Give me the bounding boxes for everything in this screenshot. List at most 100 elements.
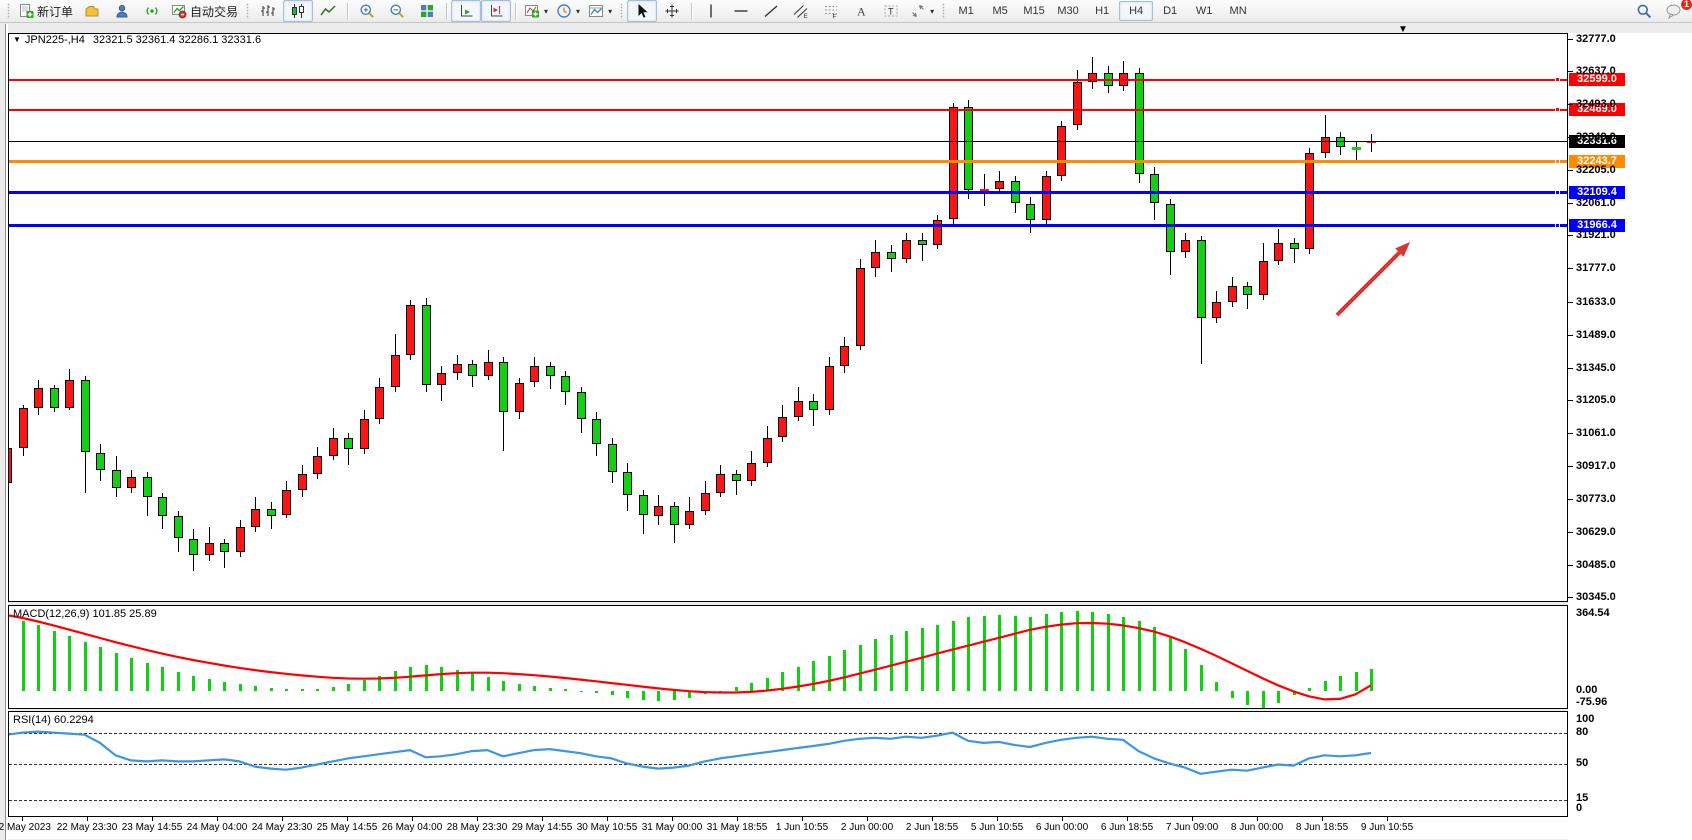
- signal-icon: [144, 3, 160, 19]
- notification-badge: 1: [1681, 0, 1692, 10]
- rsi-area[interactable]: [9, 712, 1567, 815]
- crosshair-button[interactable]: [657, 0, 687, 22]
- cursor-button[interactable]: [627, 0, 657, 22]
- notifications-button[interactable]: 1: [1659, 0, 1689, 22]
- svg-text:A: A: [857, 5, 866, 19]
- dropdown-caret-icon: ▾: [608, 7, 612, 16]
- signals-button[interactable]: [137, 0, 167, 22]
- toolbar-grip: [942, 3, 945, 19]
- profiles-icon: [84, 3, 100, 19]
- price-axis-label: 31777.0: [1576, 262, 1616, 274]
- toolbar-grip: [246, 3, 249, 19]
- obj-label-icon: T: [883, 3, 899, 19]
- timeframe-mn-button[interactable]: MN: [1221, 1, 1255, 21]
- autotrading-button[interactable]: 自动交易: [167, 0, 242, 22]
- auto-scroll-button[interactable]: [451, 0, 481, 22]
- macd-zero-label: 0.00: [1576, 684, 1597, 696]
- time-axis-tick: [282, 817, 283, 821]
- collapse-triangle-icon[interactable]: ▼: [13, 35, 21, 44]
- chart-window: 32599.032469.032331.632243.732109.431966…: [8, 24, 1692, 840]
- time-axis-tick: [1257, 817, 1258, 821]
- price-axis-tick: [1568, 137, 1573, 138]
- vertical-line-button[interactable]: [696, 0, 726, 22]
- timeframe-h1-button[interactable]: H1: [1085, 1, 1119, 21]
- timeframe-m15-button[interactable]: M15: [1017, 1, 1051, 21]
- svg-text:E: E: [804, 13, 809, 20]
- indicators-icon: [524, 3, 540, 19]
- time-axis-tick: [412, 817, 413, 821]
- up-trend-arrow[interactable]: [9, 34, 1567, 601]
- time-axis-tick: [542, 817, 543, 821]
- toolbar-grip: [620, 3, 623, 19]
- text-label-button[interactable]: T: [876, 0, 906, 22]
- dropdown-caret-icon: ▾: [576, 7, 580, 16]
- equidistant-channel-button[interactable]: E: [786, 0, 816, 22]
- price-axis-label: 32349.0: [1576, 131, 1616, 143]
- indicators-button[interactable]: ▾: [520, 0, 552, 22]
- scroll-marker-icon[interactable]: ▼: [1398, 24, 1408, 35]
- dropdown-caret-icon: ▾: [930, 7, 934, 16]
- time-axis[interactable]: 22 May 202322 May 23:3023 May 14:5524 Ma…: [8, 817, 1568, 839]
- dropdown-caret-icon: ▾: [544, 7, 548, 16]
- rsi-line: [9, 712, 1567, 815]
- bar-chart-button[interactable]: [253, 0, 283, 22]
- cursor-icon: [634, 3, 650, 19]
- time-axis-tick: [867, 817, 868, 821]
- price-axis-label: 32493.0: [1576, 98, 1616, 110]
- timeframe-m1-button[interactable]: M1: [949, 1, 983, 21]
- chart-shift-icon: [488, 3, 504, 19]
- community-button[interactable]: [107, 0, 137, 22]
- toolbar-button-label: 新订单: [37, 3, 73, 20]
- zoom-out-button[interactable]: [382, 0, 412, 22]
- fibonacci-button[interactable]: F: [816, 0, 846, 22]
- price-axis-label: 31061.0: [1576, 427, 1616, 439]
- obj-channel-icon: E: [793, 3, 809, 19]
- toolbar: 新订单 自动交易 ▾ ▾ ▾ E F A T ▾ M1M5M15M30H1H4D1W1MN 1: [0, 0, 1692, 23]
- search-button[interactable]: [1629, 0, 1659, 22]
- periods-button[interactable]: ▾: [552, 0, 584, 22]
- price-axis-tick: [1568, 400, 1573, 401]
- price-axis-tick: [1568, 466, 1573, 467]
- price-axis-label: 30629.0: [1576, 526, 1616, 538]
- tile-windows-button[interactable]: [412, 0, 442, 22]
- time-axis-tick: [347, 817, 348, 821]
- macd-label: MACD(12,26,9) 101.85 25.89: [13, 608, 157, 620]
- candlestick-chart-button[interactable]: [283, 0, 313, 22]
- price-axis-tick: [1568, 235, 1573, 236]
- main-chart-area[interactable]: [9, 34, 1567, 601]
- new-order-icon: [18, 3, 34, 19]
- trendline-button[interactable]: [756, 0, 786, 22]
- obj-shapes-icon: [910, 3, 926, 19]
- timeframe-h4-button[interactable]: H4: [1119, 1, 1153, 21]
- line-chart-button[interactable]: [313, 0, 343, 22]
- zoom-in-button[interactable]: [352, 0, 382, 22]
- timeframe-d1-button[interactable]: D1: [1153, 1, 1187, 21]
- rsi-label: RSI(14) 60.2294: [13, 714, 94, 726]
- price-axis[interactable]: 32599.032469.032331.632243.732109.431966…: [1568, 33, 1692, 840]
- chart-shift-button[interactable]: [481, 0, 511, 22]
- horizontal-line-button[interactable]: [726, 0, 756, 22]
- auto-scroll-icon: [458, 3, 474, 19]
- price-axis-tick: [1568, 39, 1573, 40]
- profiles-button[interactable]: [77, 0, 107, 22]
- obj-vline-icon: [703, 3, 719, 19]
- timeframe-m30-button[interactable]: M30: [1051, 1, 1085, 21]
- time-axis-tick: [607, 817, 608, 821]
- price-axis-tick: [1568, 368, 1573, 369]
- text-button[interactable]: A: [846, 0, 876, 22]
- templates-button[interactable]: ▾: [584, 0, 616, 22]
- macd-area[interactable]: [9, 606, 1567, 708]
- crosshair-icon: [664, 3, 680, 19]
- new-order-button[interactable]: 新订单: [14, 0, 77, 22]
- templates-icon: [588, 3, 604, 19]
- time-axis-tick: [477, 817, 478, 821]
- price-axis-tick: [1568, 597, 1573, 598]
- timeframe-w1-button[interactable]: W1: [1187, 1, 1221, 21]
- toolbar-separator: [691, 3, 692, 20]
- svg-text:F: F: [833, 14, 837, 21]
- timeframe-m5-button[interactable]: M5: [983, 1, 1017, 21]
- price-axis-tick: [1568, 170, 1573, 171]
- chart-candles-icon: [290, 3, 306, 19]
- rsi-axis-label: 100: [1576, 713, 1594, 725]
- arrows-button[interactable]: ▾: [906, 0, 938, 22]
